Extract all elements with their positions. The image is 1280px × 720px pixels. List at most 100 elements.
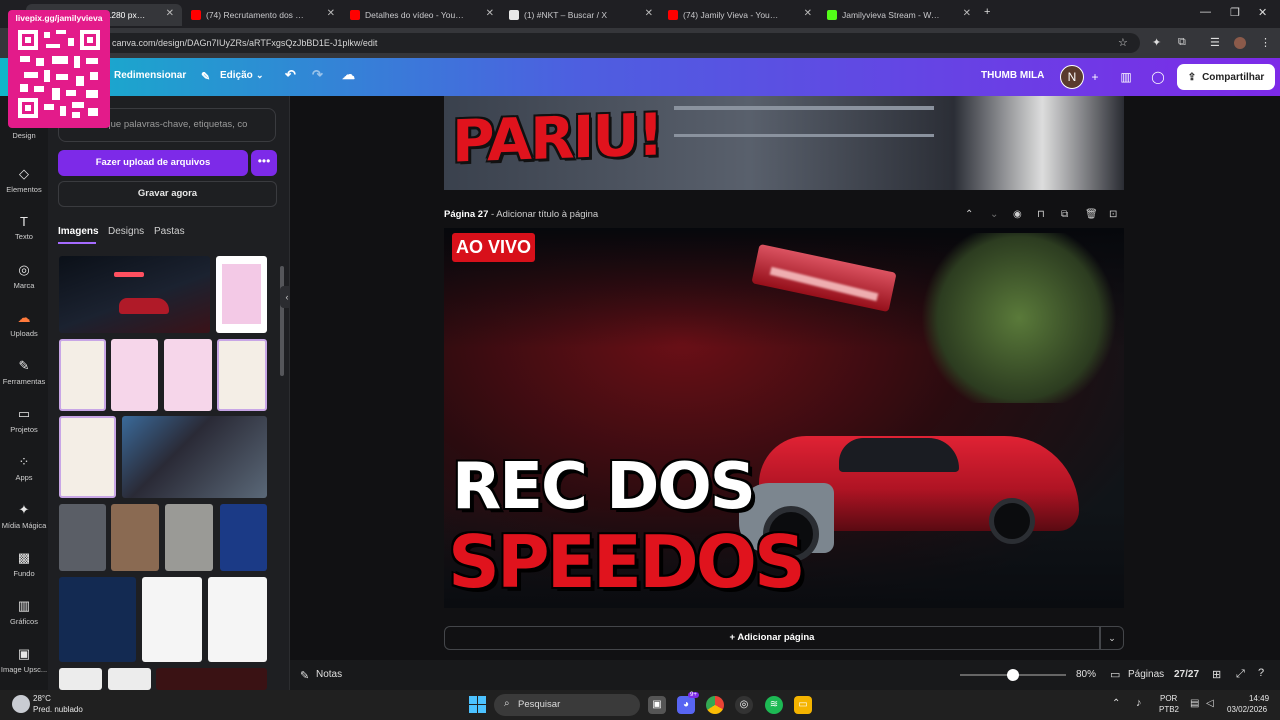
close-tab-icon[interactable]: ✕ [166, 8, 174, 19]
profile-avatar-icon[interactable] [1234, 37, 1246, 49]
record-now-button[interactable]: Gravar agora [58, 181, 277, 207]
upload-thumbnail[interactable] [208, 577, 267, 662]
rail-item-mídia-mágica[interactable]: ✦ Mídia Mágica [0, 502, 48, 530]
add-page-options-chevron-icon[interactable]: ⌄ [1100, 626, 1124, 650]
url-field[interactable]: canva.com/design/DAGn7IUyZRs/aRTFxgsQzJb… [100, 33, 1140, 53]
rail-item-uploads[interactable]: ☁ Uploads [0, 310, 48, 338]
rail-item-image-upsc[interactable]: ▣ Image Upsc... [0, 646, 48, 674]
weather-temp[interactable]: 28°C [33, 694, 51, 703]
fullscreen-icon[interactable]: ⤢ [1236, 668, 1245, 681]
weather-desc[interactable]: Pred. nublado [33, 705, 83, 714]
upload-thumbnail[interactable] [111, 504, 159, 571]
upload-thumbnail[interactable] [165, 504, 213, 571]
rail-item-fundo[interactable]: ▩ Fundo [0, 550, 48, 578]
upload-thumbnail[interactable] [164, 339, 212, 411]
minimize-icon[interactable]: — [1200, 6, 1211, 18]
rail-item-elementos[interactable]: ◇ Elementos [0, 166, 48, 194]
insights-chart-icon[interactable]: ▥ [1115, 67, 1137, 87]
clock-time[interactable]: 14:49 [1249, 694, 1269, 703]
microphone-icon[interactable]: ♪ [1136, 697, 1142, 709]
zoom-level[interactable]: 80% [1076, 669, 1096, 680]
close-tab-icon[interactable]: ✕ [645, 8, 653, 19]
tab-youtube-recruit[interactable]: (74) Recrutamento dos Spe ✕ [185, 4, 343, 26]
volume-icon[interactable]: ◁ [1206, 698, 1214, 709]
undo-icon[interactable]: ↶ [285, 67, 296, 83]
tab-folders[interactable]: Pastas [154, 226, 185, 237]
upload-thumbnail[interactable] [59, 668, 102, 690]
previous-page-preview[interactable]: PARIU! [444, 96, 1124, 190]
edit-mode-button[interactable]: Edição [220, 70, 253, 81]
comments-icon[interactable]: ◯ [1147, 67, 1169, 87]
rail-item-projetos[interactable]: ▭ Projetos [0, 406, 48, 434]
panel-scrollbar[interactable] [280, 266, 284, 376]
redo-icon[interactable]: ↷ [312, 67, 323, 83]
chevron-up-icon[interactable]: ⌃ [965, 209, 973, 220]
close-tab-icon[interactable]: ✕ [327, 8, 335, 19]
upload-thumbnail[interactable] [156, 668, 267, 690]
notes-button[interactable]: Notas [316, 669, 342, 680]
file-explorer-icon[interactable]: ▭ [794, 696, 812, 714]
new-tab-button[interactable]: + [984, 6, 990, 18]
spotify-icon[interactable]: ≋ [765, 696, 783, 714]
bookmark-star-icon[interactable]: ☆ [1118, 36, 1128, 49]
tab-images[interactable]: Imagens [58, 226, 99, 237]
upload-thumbnail[interactable] [216, 256, 267, 333]
resize-button[interactable]: Redimensionar [114, 70, 186, 81]
browser-menu-icon[interactable]: ⋮ [1260, 36, 1271, 49]
obs-icon[interactable]: ◎ [735, 696, 753, 714]
user-avatar[interactable]: N [1060, 65, 1084, 89]
tab-kick-stream[interactable]: Jamilyvieva Stream - Watch Live ✕ [821, 4, 979, 26]
zoom-slider-thumb[interactable] [1007, 669, 1019, 681]
add-page-button[interactable]: + Adicionar página [444, 626, 1100, 650]
lock-icon[interactable]: ⊓ [1037, 209, 1045, 220]
duplicate-icon[interactable]: ⧉ [1061, 209, 1068, 220]
close-tab-icon[interactable]: ✕ [804, 8, 812, 19]
close-tab-icon[interactable]: ✕ [963, 8, 971, 19]
keyboard-layout[interactable]: PTB2 [1159, 705, 1179, 714]
chevron-down-icon[interactable]: ⌄ [990, 209, 998, 220]
share-button[interactable]: ⇪ Compartilhar [1177, 64, 1275, 90]
network-icon[interactable]: ▤ [1190, 698, 1199, 709]
help-icon[interactable]: ? [1258, 667, 1264, 679]
puzzle-icon[interactable]: ⧉ [1178, 36, 1186, 49]
upload-thumbnail[interactable] [59, 339, 106, 411]
rail-item-apps[interactable]: ⁘ Apps [0, 454, 48, 482]
upload-thumbnail[interactable] [59, 577, 136, 662]
hide-page-icon[interactable]: ◉ [1013, 209, 1022, 220]
trash-icon[interactable]: 🗑 [1085, 209, 1098, 220]
design-page-27[interactable]: AO VIVO REC DOS SPEEDOS [444, 228, 1124, 608]
tab-youtube-studio[interactable]: Detalhes do vídeo - YouTube Studio ✕ [344, 4, 502, 26]
chrome-icon[interactable] [706, 696, 724, 714]
discord-icon[interactable]: ◕ [677, 696, 695, 714]
design-title[interactable]: THUMB MILA [981, 70, 1044, 81]
extension-icon[interactable]: ✦ [1152, 36, 1161, 49]
upload-thumbnail[interactable] [59, 504, 106, 571]
upload-files-button[interactable]: Fazer upload de arquivos [58, 150, 248, 176]
windows-start-icon[interactable] [469, 696, 486, 713]
grid-view-icon[interactable]: ⊞ [1212, 668, 1221, 681]
taskbar-search-input[interactable]: Pesquisar [494, 694, 640, 716]
rail-item-ferramentas[interactable]: ✎ Ferramentas [0, 358, 48, 386]
tab-designs[interactable]: Designs [108, 226, 144, 237]
close-window-icon[interactable]: ✕ [1258, 6, 1267, 19]
upload-thumbnail[interactable] [59, 256, 210, 333]
upload-thumbnail[interactable] [108, 668, 151, 690]
task-view-icon[interactable]: ▣ [648, 696, 666, 714]
tab-x-search[interactable]: (1) #NKT – Buscar / X ✕ [503, 4, 661, 26]
rail-item-marca[interactable]: ◎ Marca [0, 262, 48, 290]
tab-search-icon[interactable]: ☰ [1210, 36, 1220, 49]
close-tab-icon[interactable]: ✕ [486, 8, 494, 19]
rail-item-texto[interactable]: T Texto [0, 214, 48, 241]
add-collaborator-icon[interactable]: + [1084, 67, 1106, 87]
upload-thumbnail[interactable] [217, 339, 267, 411]
tab-youtube-channel[interactable]: (74) Jamily Vieva - YouTube ✕ [662, 4, 820, 26]
upload-thumbnail[interactable] [220, 504, 267, 571]
upload-thumbnail[interactable] [142, 577, 202, 662]
maximize-icon[interactable]: ❐ [1230, 6, 1240, 19]
rail-item-gráficos[interactable]: ▥ Gráficos [0, 598, 48, 626]
add-page-icon[interactable]: ⊡ [1109, 209, 1117, 220]
cloud-saved-icon[interactable]: ☁ [342, 67, 355, 83]
upload-thumbnail[interactable] [59, 416, 116, 498]
page-title-input[interactable]: Adicionar título à página [496, 209, 598, 220]
tray-chevron-icon[interactable]: ⌃ [1112, 698, 1120, 709]
